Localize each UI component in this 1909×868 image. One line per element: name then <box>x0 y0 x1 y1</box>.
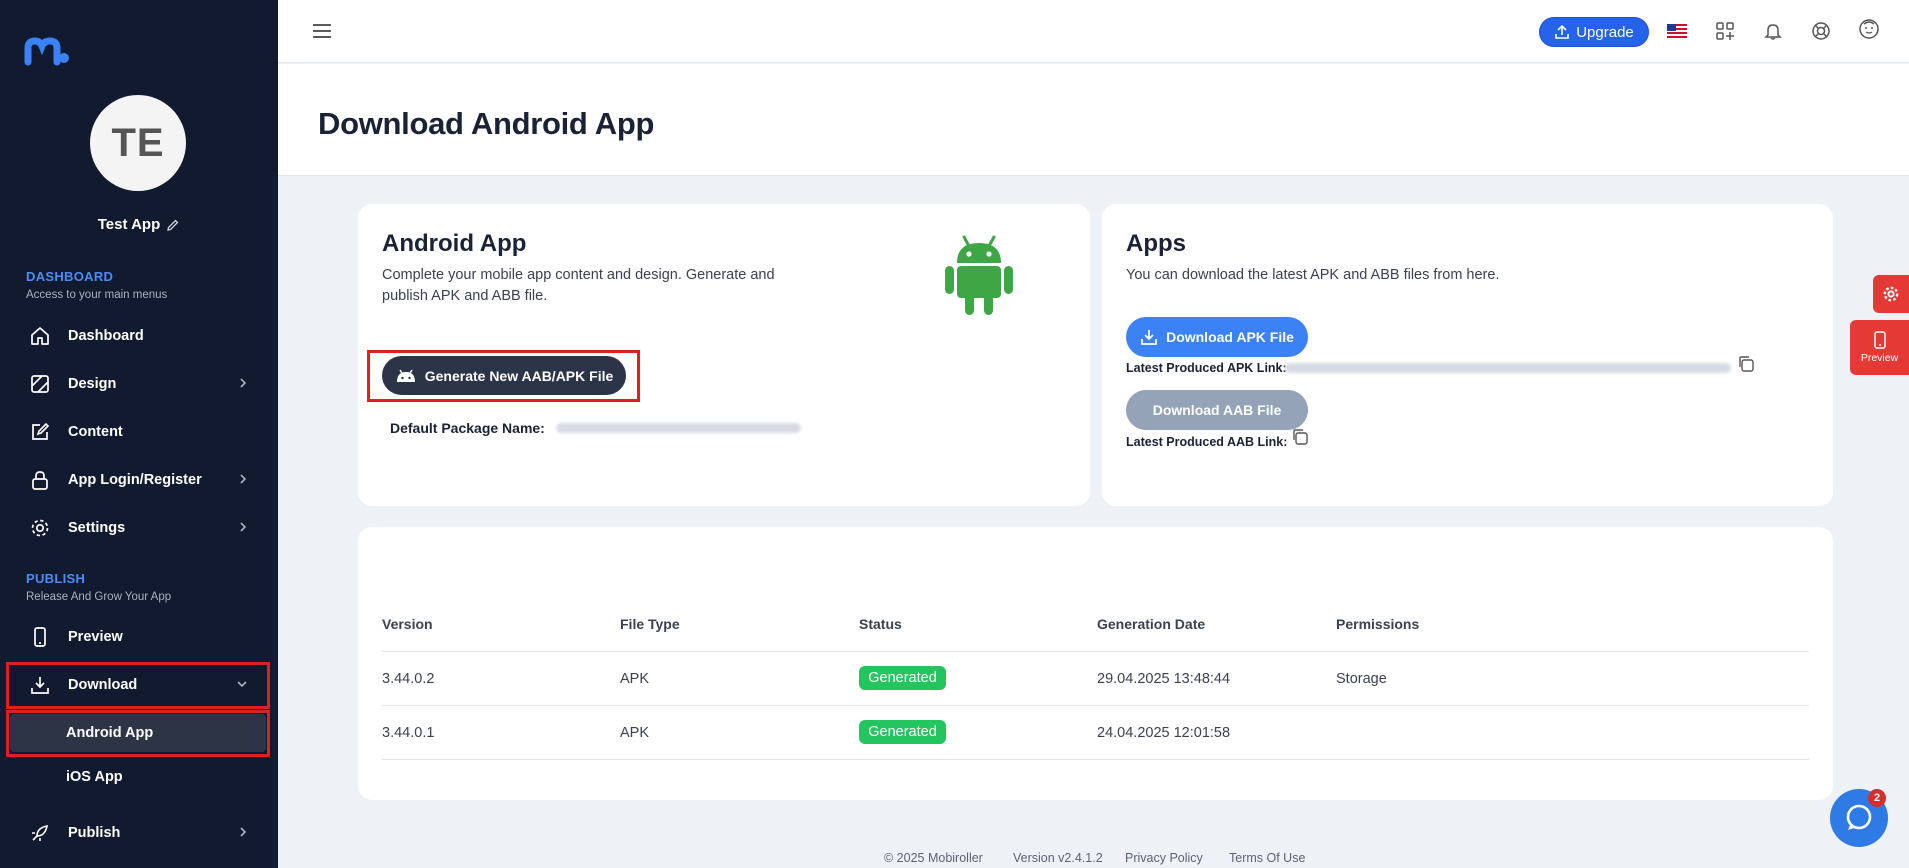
sidebar-item-label: Design <box>68 376 117 392</box>
cell-version: 3.44.0.1 <box>382 725 435 741</box>
settings-float-button[interactable] <box>1873 275 1909 313</box>
chevron-right-icon <box>240 378 247 388</box>
help-lifebuoy-icon[interactable] <box>1808 18 1834 44</box>
table-divider <box>382 651 1809 652</box>
highlight-android-app <box>6 710 270 757</box>
chevron-right-icon <box>240 522 247 532</box>
sidebar-item-app-login[interactable]: App Login/Register <box>8 458 270 502</box>
sidebar-item-label: App Login/Register <box>68 472 202 488</box>
download-apk-button[interactable]: Download APK File <box>1126 317 1308 357</box>
android-robot-icon <box>945 235 1013 315</box>
sidebar-subitem-ios-app[interactable]: iOS App <box>10 758 266 796</box>
column-header-version[interactable]: Version <box>382 616 433 632</box>
cell-generation-date: 24.04.2025 12:01:58 <box>1097 725 1231 741</box>
footer-terms-link[interactable]: Terms Of Use <box>1229 851 1305 865</box>
preview-float-label: Preview <box>1860 352 1899 364</box>
section-title-dashboard: DASHBOARD <box>26 269 114 284</box>
chat-unread-badge: 2 <box>1868 789 1886 807</box>
phone-icon <box>1873 331 1886 349</box>
sidebar-item-design[interactable]: Design <box>8 362 270 406</box>
phone-icon <box>28 625 52 649</box>
upgrade-label: Upgrade <box>1576 23 1634 41</box>
sidebar-item-label: Content <box>68 424 123 440</box>
highlight-generate-button <box>367 350 640 402</box>
sidebar-item-label: Settings <box>68 520 126 536</box>
footer-privacy-link[interactable]: Privacy Policy <box>1125 851 1203 865</box>
design-icon <box>28 372 52 396</box>
cell-file-type: APK <box>620 725 650 741</box>
copy-aab-link-icon[interactable] <box>1290 427 1310 447</box>
chevron-right-icon <box>240 474 247 484</box>
column-header-generation-date[interactable]: Generation Date <box>1097 616 1205 632</box>
user-profile-icon[interactable] <box>1856 16 1882 42</box>
android-card-title: Android App <box>382 230 527 257</box>
language-flag-icon[interactable] <box>1664 18 1690 44</box>
lock-icon <box>28 468 52 492</box>
gear-icon <box>28 516 52 540</box>
mobiroller-logo[interactable] <box>24 36 70 66</box>
status-badge: Generated <box>859 666 946 690</box>
android-card-description: Complete your mobile app content and des… <box>382 267 775 304</box>
page-header: Download Android App <box>278 64 1909 176</box>
app-name-label: Test App <box>97 216 161 233</box>
upload-icon <box>1555 24 1570 39</box>
hamburger-menu-icon[interactable] <box>312 20 332 42</box>
avatar[interactable]: TE <box>90 95 186 191</box>
sidebar-item-label: Publish <box>68 825 121 841</box>
column-header-status[interactable]: Status <box>859 616 902 632</box>
bell-icon[interactable] <box>1760 18 1786 44</box>
app-name[interactable]: Test App <box>0 216 278 233</box>
rocket-icon <box>28 821 52 845</box>
preview-float-button[interactable]: Preview <box>1850 320 1909 375</box>
sidebar-item-settings[interactable]: Settings <box>8 506 270 550</box>
gear-icon <box>1883 286 1899 302</box>
package-name-label: Default Package Name: <box>390 420 545 436</box>
highlight-download <box>6 662 270 709</box>
download-aab-button[interactable]: Download AAB File <box>1126 390 1308 430</box>
aab-link-label: Latest Produced AAB Link: <box>1126 435 1288 449</box>
cell-file-type: APK <box>620 671 650 687</box>
section-title-publish: PUBLISH <box>26 571 86 586</box>
footer-copyright: © 2025 Mobiroller <box>884 851 983 865</box>
table-divider <box>382 759 1809 760</box>
sidebar-item-dashboard[interactable]: Dashboard <box>8 314 270 358</box>
upgrade-button[interactable]: Upgrade <box>1539 17 1649 47</box>
apk-link-label: Latest Produced APK Link: <box>1126 361 1287 375</box>
sidebar-item-preview[interactable]: Preview <box>8 615 270 659</box>
column-header-file-type[interactable]: File Type <box>620 616 680 632</box>
cell-version: 3.44.0.2 <box>382 671 435 687</box>
status-badge: Generated <box>859 720 946 744</box>
edit-icon <box>28 420 52 444</box>
section-sub-dashboard: Access to your main menus <box>26 289 168 301</box>
apk-link-value-redacted[interactable] <box>1285 363 1731 373</box>
sidebar: TE Test App DASHBOARD Access to your mai… <box>0 0 278 868</box>
copy-apk-link-icon[interactable] <box>1736 354 1756 374</box>
chat-bubble-icon <box>1846 804 1872 830</box>
chevron-right-icon <box>240 827 247 837</box>
apps-card-title: Apps <box>1126 230 1186 257</box>
package-name-value-redacted <box>556 423 801 433</box>
page-title: Download Android App <box>318 106 655 141</box>
cell-permissions: Storage <box>1336 671 1387 687</box>
sidebar-item-content[interactable]: Content <box>8 410 270 454</box>
sidebar-item-publish[interactable]: Publish <box>8 811 270 855</box>
column-header-permissions[interactable]: Permissions <box>1336 616 1419 632</box>
home-icon <box>28 324 52 348</box>
download-apk-label: Download APK File <box>1166 329 1294 345</box>
cell-generation-date: 29.04.2025 13:48:44 <box>1097 671 1231 687</box>
pencil-icon[interactable] <box>166 218 180 232</box>
apps-card-description: You can download the latest APK and ABB … <box>1126 267 1500 283</box>
sidebar-item-label: Preview <box>68 629 123 645</box>
footer-version: Version v2.4.1.2 <box>1013 851 1103 865</box>
sidebar-item-label: Dashboard <box>68 328 144 344</box>
apps-grid-icon[interactable] <box>1712 18 1738 44</box>
topbar: Upgrade <box>278 0 1909 63</box>
download-icon <box>1141 330 1157 345</box>
section-sub-publish: Release And Grow Your App <box>26 591 172 603</box>
table-divider <box>382 705 1809 706</box>
